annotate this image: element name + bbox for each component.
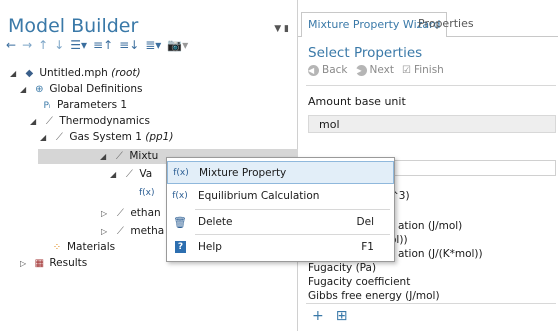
expanded-arrow-icon[interactable]: ◢ (100, 149, 109, 164)
context-menu: f(x) Mixture Property f(x) Equilibrium C… (166, 157, 395, 262)
amount-base-unit-select[interactable]: mol (308, 115, 556, 133)
expanded-arrow-icon[interactable]: ◢ (10, 66, 19, 81)
tree-node-gas-system[interactable]: ◢ ⟋ Gas System 1 (pp1) (40, 130, 173, 145)
tree-node-function[interactable]: f(x) (139, 185, 155, 200)
thermo-icon: ⟋ (116, 208, 124, 219)
tree-node-label: Parameters 1 (57, 99, 128, 111)
tree-node-label: Gas System 1 (69, 131, 142, 143)
finish-button[interactable]: ☑ Finish (402, 64, 444, 76)
show-menu-icon[interactable]: ☰▾ (70, 38, 87, 52)
expand-icon[interactable]: ≡↑ (93, 38, 113, 52)
results-icon: ▦ (34, 258, 45, 269)
divider (306, 303, 556, 304)
tree-node-thermodynamics[interactable]: ◢ ⟋ Thermodynamics (30, 114, 150, 129)
wizard-nav: ◀ Back ▶ Next ☑ Finish (308, 64, 444, 76)
tree-node-results[interactable]: ▷ ▦ Results (20, 256, 87, 271)
menu-item-label: Mixture Property (199, 167, 287, 179)
collapse-icon[interactable]: ≡↓ (119, 38, 139, 52)
section-title: Select Properties (308, 45, 423, 61)
tree-node-label: metha (130, 225, 165, 237)
camera-icon[interactable]: 📷▾ (167, 38, 188, 52)
tree-node-label: Results (49, 257, 88, 269)
back-label: Back (322, 64, 348, 76)
tree-node-suffix: (pp1) (145, 131, 174, 143)
materials-icon: ⁘ (52, 242, 62, 253)
menu-item-delete[interactable]: 🗑 Delete Del (167, 211, 394, 234)
tree-node-va[interactable]: ◢ ⟋ Va (110, 167, 152, 182)
back-icon: ◀ (308, 64, 319, 76)
finish-label: Finish (413, 64, 444, 76)
tree-node-suffix: (root) (111, 67, 141, 79)
thermo-icon: ⟋ (125, 169, 133, 180)
trash-icon: 🗑 (173, 216, 187, 229)
menu-item-label: Equilibrium Calculation (198, 190, 320, 202)
globe-icon: ⊕ (35, 84, 44, 95)
menu-item-label: Help (198, 241, 222, 253)
add-icon[interactable]: + (312, 308, 324, 324)
list-item[interactable]: ation (J/(K*mol)) (398, 248, 483, 260)
expanded-arrow-icon[interactable]: ◢ (30, 114, 39, 129)
select-all-icon[interactable]: ⊞ (336, 308, 348, 324)
move-down-icon[interactable]: ↓ (54, 38, 64, 52)
menu-separator (195, 234, 390, 235)
list-tools: + ⊞ (312, 308, 347, 324)
tree-node-label: Untitled.mph (39, 67, 108, 79)
menu-shortcut: F1 (361, 241, 374, 253)
tree-node-label: Mixtu (129, 150, 159, 162)
checkmark-icon: ☑ (401, 64, 411, 76)
function-icon: f(x) (172, 191, 188, 201)
model-builder-toolbar: ← → ↑ ↓ ☰▾ ≡↑ ≡↓ ≣▾ 📷▾ (6, 37, 188, 53)
thermo-icon: ⟋ (55, 132, 63, 143)
list-menu-icon[interactable]: ≣▾ (145, 38, 161, 52)
collapsed-arrow-icon[interactable]: ▷ (20, 256, 29, 271)
menu-item-label: Delete (198, 216, 233, 228)
panel-title: Model Builder (8, 15, 139, 37)
forward-arrow-icon[interactable]: → (22, 38, 32, 52)
tree-node-ethane[interactable]: ▷ ⟋ ethan (101, 206, 161, 221)
collapsed-arrow-icon[interactable]: ▷ (101, 206, 110, 221)
back-arrow-icon[interactable]: ← (6, 38, 16, 52)
tree-node-global-definitions[interactable]: ◢ ⊕ Global Definitions (20, 82, 143, 97)
next-label: Next (369, 64, 394, 76)
collapsed-arrow-icon[interactable]: ▷ (101, 224, 110, 239)
tree-node-label: Global Definitions (49, 83, 143, 95)
menu-item-mixture-property[interactable]: f(x) Mixture Property (167, 161, 394, 184)
tree-node-root[interactable]: ◢ ◆ Untitled.mph (root) (10, 66, 141, 81)
list-item[interactable]: Fugacity coefficient (308, 276, 410, 288)
tree-node-label: Thermodynamics (59, 115, 151, 127)
menu-shortcut: Del (356, 216, 374, 228)
menu-item-help[interactable]: ? Help F1 (167, 236, 394, 259)
thermo-icon: ⟋ (45, 116, 53, 127)
function-icon: f(x) (139, 188, 155, 198)
expanded-arrow-icon[interactable]: ◢ (40, 130, 49, 145)
menu-separator (195, 209, 390, 210)
back-button[interactable]: ◀ Back (308, 64, 348, 76)
tree-node-label: Materials (67, 241, 116, 253)
tree-node-parameters[interactable]: Pᵢ Parameters 1 (40, 98, 127, 113)
list-item[interactable]: ation (J/mol) (398, 220, 462, 232)
tree-node-methane[interactable]: ▷ ⟋ metha (101, 224, 164, 239)
list-item[interactable]: Gibbs free energy (J/mol) (308, 290, 440, 302)
tree-node-label: ethan (130, 207, 161, 219)
tree-node-label: Va (139, 168, 153, 180)
thermo-icon: ⟋ (115, 151, 123, 162)
tree-node-materials[interactable]: ⁘ Materials (50, 240, 115, 255)
tab-properties[interactable]: Properties (412, 12, 480, 35)
expanded-arrow-icon[interactable]: ◢ (20, 82, 29, 97)
thermo-icon: ⟋ (116, 226, 124, 237)
move-up-icon[interactable]: ↑ (38, 38, 48, 52)
list-item[interactable]: Fugacity (Pa) (308, 262, 376, 274)
amount-base-unit-label: Amount base unit (308, 95, 406, 108)
cube-icon: ◆ (25, 68, 34, 79)
function-icon: f(x) (173, 168, 189, 178)
panel-controls[interactable]: ▼ ▮ (274, 24, 289, 34)
next-icon: ▶ (355, 64, 367, 76)
tab-bar: Mixture Property Wizard Properties (298, 12, 558, 37)
pi-icon: Pᵢ (43, 101, 51, 111)
menu-item-equilibrium-calculation[interactable]: f(x) Equilibrium Calculation (167, 185, 394, 208)
expanded-arrow-icon[interactable]: ◢ (110, 167, 119, 182)
next-button[interactable]: ▶ Next (355, 64, 394, 76)
divider (306, 85, 556, 86)
help-icon: ? (175, 241, 186, 253)
